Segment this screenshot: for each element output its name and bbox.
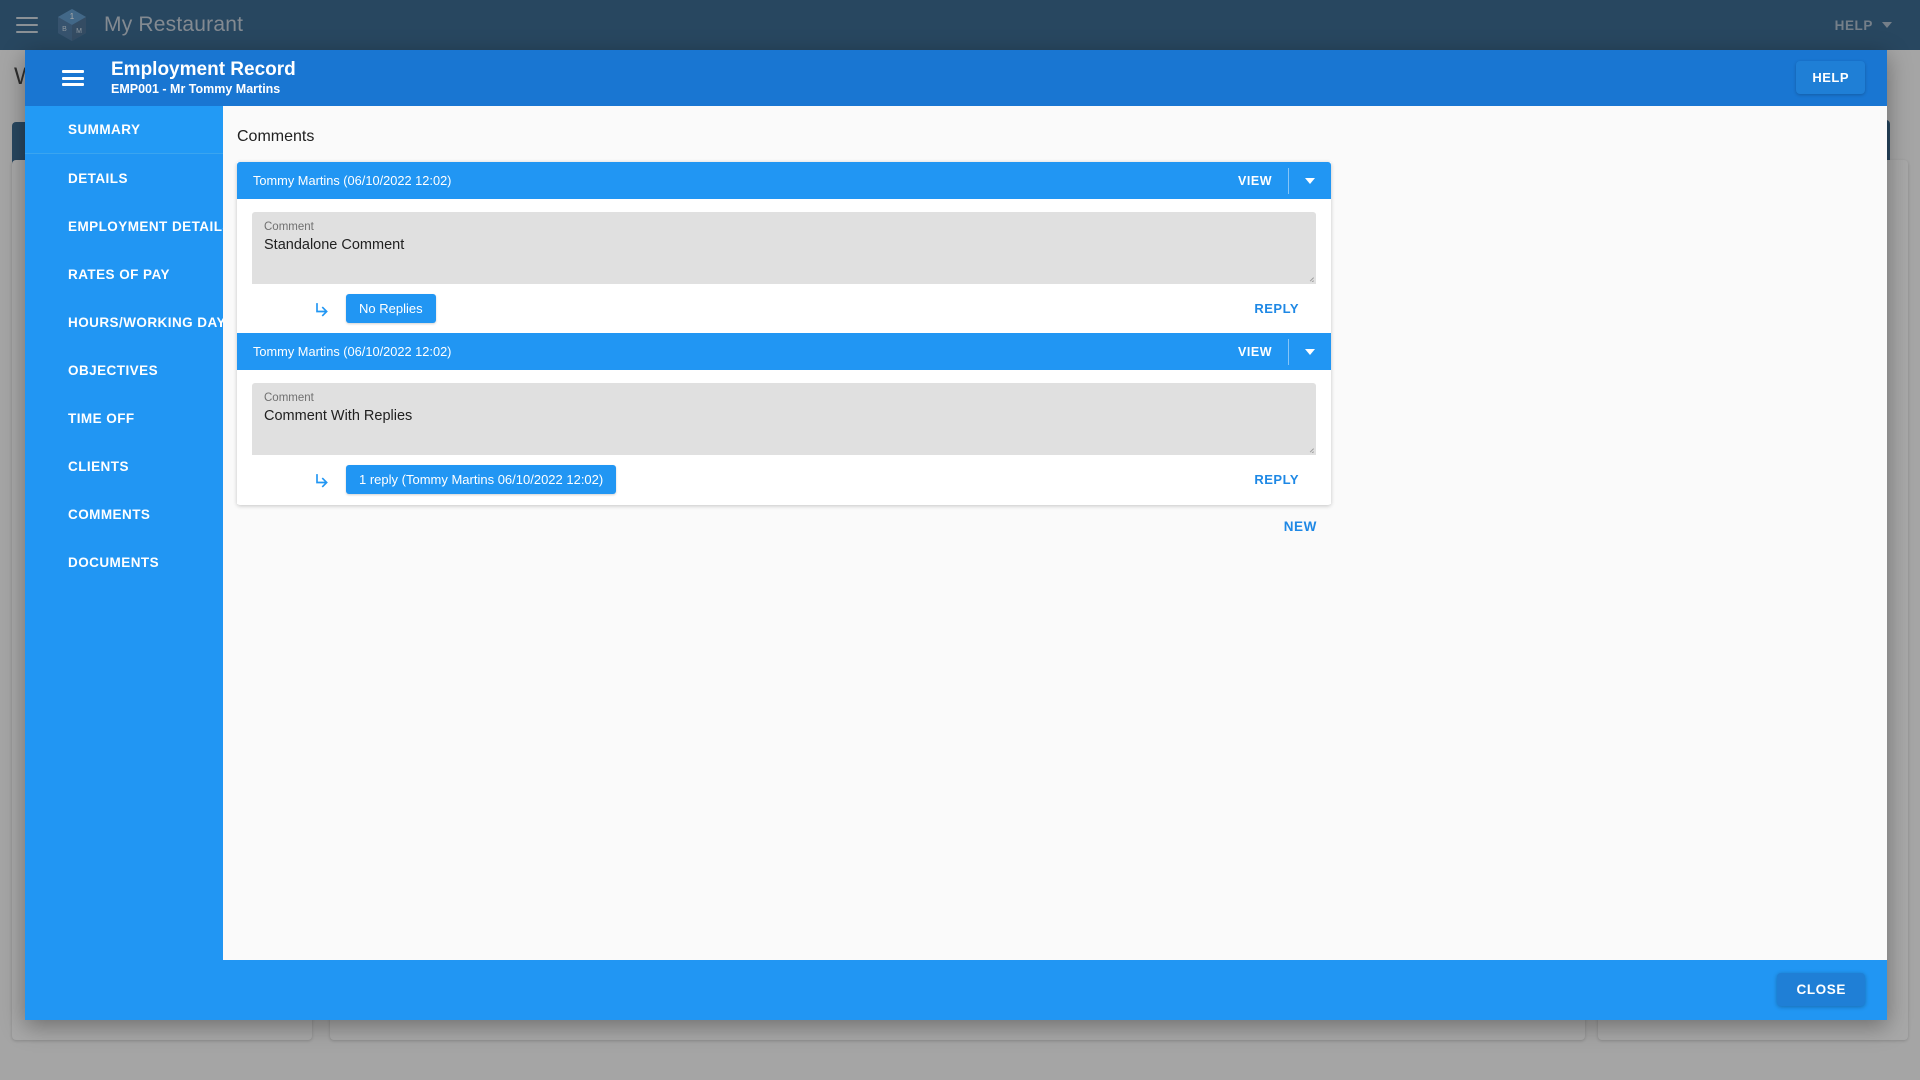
comment-text: Comment With Replies [264, 408, 413, 424]
comment-author: Tommy Martins (06/10/2022 12:02) [253, 173, 452, 188]
sidebar-item-documents[interactable]: DOCUMENTS [25, 538, 223, 586]
replies-chip[interactable]: 1 reply (Tommy Martins 06/10/2022 12:02) [346, 465, 617, 494]
sidebar-item-comments[interactable]: COMMENTS [25, 490, 223, 538]
subdirectory-arrow-icon [312, 298, 334, 320]
sidebar-item-label: DOCUMENTS [68, 554, 160, 570]
comment-textarea[interactable]: Comment Standalone Comment [252, 212, 1316, 284]
comment-card: Tommy Martins (06/10/2022 12:02) VIEW Co… [237, 333, 1331, 504]
comment-textarea[interactable]: Comment Comment With Replies [252, 383, 1316, 455]
comment-list: Tommy Martins (06/10/2022 12:02) VIEW Co… [237, 162, 1331, 505]
employment-record-dialog: Employment Record EMP001 - Mr Tommy Mart… [25, 50, 1887, 1020]
sidebar-item-label: EMPLOYMENT DETAILS [68, 218, 223, 234]
sidebar-item-label: HOURS/WORKING DAYS [68, 314, 223, 330]
close-button[interactable]: CLOSE [1777, 973, 1865, 1006]
dialog-title: Employment Record [111, 58, 296, 80]
comment-text: Standalone Comment [264, 237, 405, 253]
dialog-footer: CLOSE [25, 960, 1887, 1020]
replies-chip[interactable]: No Replies [346, 294, 436, 323]
sidebar-item-label: COMMENTS [68, 506, 151, 522]
dialog-title-group: Employment Record EMP001 - Mr Tommy Mart… [111, 59, 296, 98]
sidebar-item-employment-details[interactable]: EMPLOYMENT DETAILS [25, 202, 223, 250]
sidebar-item-time-off[interactable]: TIME OFF [25, 394, 223, 442]
sidebar-item-label: TIME OFF [68, 410, 135, 426]
dialog-content: Comments Tommy Martins (06/10/2022 12:02… [223, 106, 1887, 960]
sidebar-item-details[interactable]: DETAILS [25, 154, 223, 202]
dialog-sidebar: SUMMARY DETAILS EMPLOYMENT DETAILS RATES… [25, 106, 223, 960]
resize-handle-icon[interactable] [1305, 444, 1314, 453]
subdirectory-arrow-icon [312, 469, 334, 491]
chevron-down-icon [1305, 348, 1315, 355]
sidebar-item-rates-of-pay[interactable]: RATES OF PAY [25, 250, 223, 298]
chevron-down-icon [1305, 177, 1315, 184]
dialog-help-label: HELP [1812, 70, 1849, 85]
sidebar-item-label: SUMMARY [68, 122, 141, 137]
comment-card-header: Tommy Martins (06/10/2022 12:02) VIEW [237, 162, 1331, 199]
resize-handle-icon[interactable] [1305, 273, 1314, 282]
comment-card: Tommy Martins (06/10/2022 12:02) VIEW Co… [237, 162, 1331, 333]
sidebar-item-clients[interactable]: CLIENTS [25, 442, 223, 490]
comment-card-body: Comment Comment With Replies 1 reply (To… [237, 370, 1331, 504]
dialog-subtitle: EMP001 - Mr Tommy Martins [111, 81, 281, 96]
comment-card-header: Tommy Martins (06/10/2022 12:02) VIEW [237, 333, 1331, 370]
comment-field-label: Comment [264, 221, 314, 233]
reply-button[interactable]: REPLY [1254, 472, 1299, 487]
sidebar-item-summary[interactable]: SUMMARY [25, 106, 223, 154]
dialog-help-button[interactable]: HELP [1796, 61, 1865, 94]
close-button-label: CLOSE [1796, 982, 1846, 997]
page-title: Comments [237, 128, 315, 145]
comment-footer: No Replies REPLY [252, 284, 1316, 333]
sidebar-item-hours-working-days[interactable]: HOURS/WORKING DAYS [25, 298, 223, 346]
comment-menu-toggle[interactable] [1289, 333, 1331, 370]
view-button[interactable]: VIEW [1222, 345, 1288, 359]
sidebar-item-label: OBJECTIVES [68, 362, 159, 378]
reply-button[interactable]: REPLY [1254, 301, 1299, 316]
sidebar-item-label: RATES OF PAY [68, 266, 170, 282]
dialog-body: SUMMARY DETAILS EMPLOYMENT DETAILS RATES… [25, 106, 1887, 960]
comment-card-body: Comment Standalone Comment No Replies RE… [237, 199, 1331, 333]
sidebar-item-objectives[interactable]: OBJECTIVES [25, 346, 223, 394]
sidebar-item-label: DETAILS [68, 170, 128, 186]
comment-field-label: Comment [264, 392, 314, 404]
sidebar-item-label: CLIENTS [68, 458, 129, 474]
new-comment-button[interactable]: NEW [1284, 519, 1317, 534]
comment-menu-toggle[interactable] [1289, 162, 1331, 199]
new-comment-row: NEW [237, 505, 1331, 534]
dialog-menu-icon[interactable] [62, 70, 84, 86]
comment-footer: 1 reply (Tommy Martins 06/10/2022 12:02)… [252, 455, 1316, 504]
view-button[interactable]: VIEW [1222, 174, 1288, 188]
comment-author: Tommy Martins (06/10/2022 12:02) [253, 344, 452, 359]
dialog-header: Employment Record EMP001 - Mr Tommy Mart… [25, 50, 1887, 106]
